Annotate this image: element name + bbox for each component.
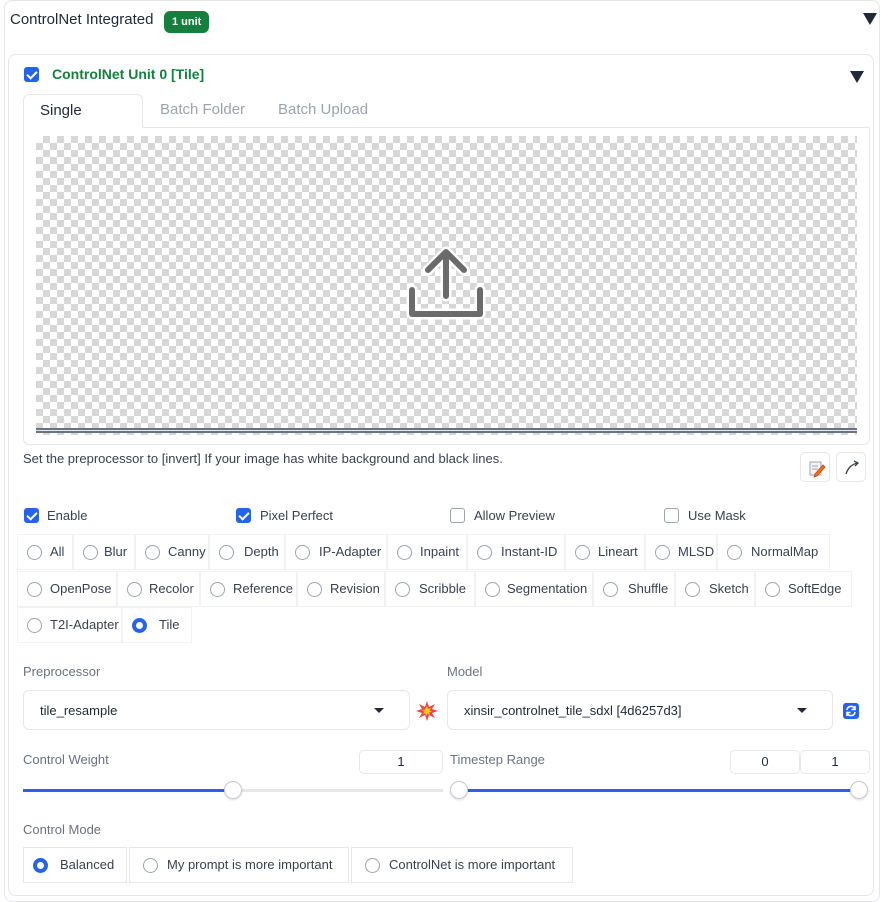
refresh-icon bbox=[843, 703, 859, 719]
radio-button[interactable] bbox=[477, 545, 492, 560]
control-type-canny[interactable]: Canny bbox=[135, 534, 209, 570]
control-weight-label: Control Weight bbox=[23, 752, 109, 767]
radio-button[interactable] bbox=[307, 582, 322, 597]
radio-button[interactable] bbox=[685, 582, 700, 597]
model-dropdown[interactable]: xinsir_controlnet_tile_sdxl [4d6257d3] bbox=[447, 690, 833, 730]
unit-enable-checkbox[interactable] bbox=[24, 67, 39, 82]
radio-button[interactable] bbox=[210, 582, 225, 597]
allow-preview-label: Allow Preview bbox=[474, 508, 555, 523]
preprocessor-label: Preprocessor bbox=[23, 664, 101, 679]
control-type-lineart[interactable]: Lineart bbox=[565, 534, 645, 570]
chevron-down-icon bbox=[797, 708, 807, 713]
radio-button[interactable] bbox=[365, 858, 380, 873]
control-type-openpose[interactable]: OpenPose bbox=[17, 571, 117, 607]
radio-button[interactable] bbox=[27, 545, 42, 560]
run-preprocessor-button[interactable] bbox=[413, 697, 441, 725]
unit-collapse-triangle-icon[interactable] bbox=[850, 71, 864, 83]
radio-button[interactable] bbox=[765, 582, 780, 597]
radio-button[interactable] bbox=[219, 545, 234, 560]
timestep-start-thumb[interactable] bbox=[450, 781, 468, 799]
enable-checkbox[interactable] bbox=[24, 508, 39, 523]
pixel-perfect-label: Pixel Perfect bbox=[260, 508, 333, 523]
model-value: xinsir_controlnet_tile_sdxl [4d6257d3] bbox=[464, 703, 682, 718]
unit-title[interactable]: ControlNet Unit 0 [Tile] bbox=[52, 66, 204, 82]
control-type-shuffle[interactable]: Shuffle bbox=[593, 571, 675, 607]
control-type-sketch[interactable]: Sketch bbox=[675, 571, 755, 607]
preprocessor-dropdown[interactable]: tile_resample bbox=[23, 690, 410, 730]
timestep-range-label: Timestep Range bbox=[450, 752, 545, 767]
radio-button[interactable] bbox=[127, 582, 142, 597]
control-type-tile[interactable]: Tile bbox=[122, 607, 192, 643]
radio-button[interactable] bbox=[83, 545, 98, 560]
rotate-arrow-icon bbox=[845, 460, 860, 475]
control-mode-label: Control Mode bbox=[23, 822, 102, 837]
control-weight-input[interactable]: 1 bbox=[359, 750, 443, 774]
use-mask-checkbox[interactable] bbox=[664, 508, 679, 523]
control-weight-slider-thumb[interactable] bbox=[224, 781, 242, 799]
edit-button[interactable] bbox=[800, 452, 830, 482]
control-type-segmentation[interactable]: Segmentation bbox=[475, 571, 593, 607]
control-mode-controlnet-important[interactable]: ControlNet is more important bbox=[351, 847, 573, 883]
model-label: Model bbox=[447, 664, 483, 679]
tab-batch-folder[interactable]: Batch Folder bbox=[144, 94, 261, 128]
control-type-ip-adapter[interactable]: IP-Adapter bbox=[285, 534, 387, 570]
preprocessor-value: tile_resample bbox=[40, 703, 118, 718]
controlnet-integrated-title[interactable]: ControlNet Integrated bbox=[10, 11, 153, 28]
radio-button[interactable] bbox=[395, 582, 410, 597]
drop-zone-bottom-bar bbox=[36, 428, 857, 433]
control-type-all[interactable]: All bbox=[17, 534, 73, 570]
radio-button[interactable] bbox=[727, 545, 742, 560]
tab-batch-upload[interactable]: Batch Upload bbox=[262, 94, 384, 128]
control-type-softedge[interactable]: SoftEdge bbox=[755, 571, 852, 607]
radio-button[interactable] bbox=[143, 858, 158, 873]
tab-single-image[interactable]: Single Image bbox=[23, 94, 143, 151]
pixel-perfect-checkbox[interactable] bbox=[236, 508, 251, 523]
radio-button[interactable] bbox=[27, 618, 42, 633]
unit-count-badge: 1 unit bbox=[164, 11, 210, 33]
timestep-end-thumb[interactable] bbox=[850, 781, 868, 799]
edit-icon bbox=[809, 461, 826, 478]
control-type-scribble[interactable]: Scribble bbox=[385, 571, 475, 607]
allow-preview-checkbox[interactable] bbox=[450, 508, 465, 523]
radio-button[interactable] bbox=[295, 545, 310, 560]
preprocessor-hint: Set the preprocessor to [invert] If your… bbox=[23, 451, 503, 466]
radio-button-selected[interactable] bbox=[132, 618, 147, 633]
control-type-blur[interactable]: Blur bbox=[73, 534, 135, 570]
control-type-depth[interactable]: Depth bbox=[209, 534, 285, 570]
use-mask-label: Use Mask bbox=[688, 508, 746, 523]
radio-button[interactable] bbox=[27, 582, 42, 597]
control-type-revision[interactable]: Revision bbox=[297, 571, 385, 607]
control-mode-balanced[interactable]: Balanced bbox=[23, 847, 127, 883]
control-mode-prompt-important[interactable]: My prompt is more important bbox=[129, 847, 349, 883]
control-type-normalmap[interactable]: NormalMap bbox=[717, 534, 830, 570]
send-dimensions-button[interactable] bbox=[836, 452, 866, 482]
explosion-icon bbox=[416, 701, 438, 721]
collapse-triangle-icon[interactable] bbox=[863, 13, 877, 25]
radio-button[interactable] bbox=[145, 545, 160, 560]
control-type-instant-id[interactable]: Instant-ID bbox=[467, 534, 565, 570]
control-type-t2i-adapter[interactable]: T2I-Adapter bbox=[17, 607, 122, 643]
radio-button[interactable] bbox=[655, 545, 670, 560]
enable-label: Enable bbox=[47, 508, 88, 523]
radio-button[interactable] bbox=[397, 545, 412, 560]
control-type-reference[interactable]: Reference bbox=[200, 571, 297, 607]
radio-button-selected[interactable] bbox=[33, 858, 48, 873]
radio-button[interactable] bbox=[485, 582, 500, 597]
radio-button[interactable] bbox=[575, 545, 590, 560]
chevron-down-icon bbox=[374, 708, 384, 713]
timestep-end-input[interactable]: 1 bbox=[800, 750, 870, 774]
refresh-models-button[interactable] bbox=[840, 700, 862, 722]
timestep-start-input[interactable]: 0 bbox=[730, 750, 800, 774]
radio-button[interactable] bbox=[603, 582, 618, 597]
upload-icon[interactable] bbox=[404, 244, 488, 324]
control-type-mlsd[interactable]: MLSD bbox=[645, 534, 717, 570]
control-weight-fill bbox=[23, 789, 233, 792]
control-type-inpaint[interactable]: Inpaint bbox=[387, 534, 467, 570]
control-type-recolor[interactable]: Recolor bbox=[117, 571, 200, 607]
timestep-fill bbox=[459, 789, 859, 792]
